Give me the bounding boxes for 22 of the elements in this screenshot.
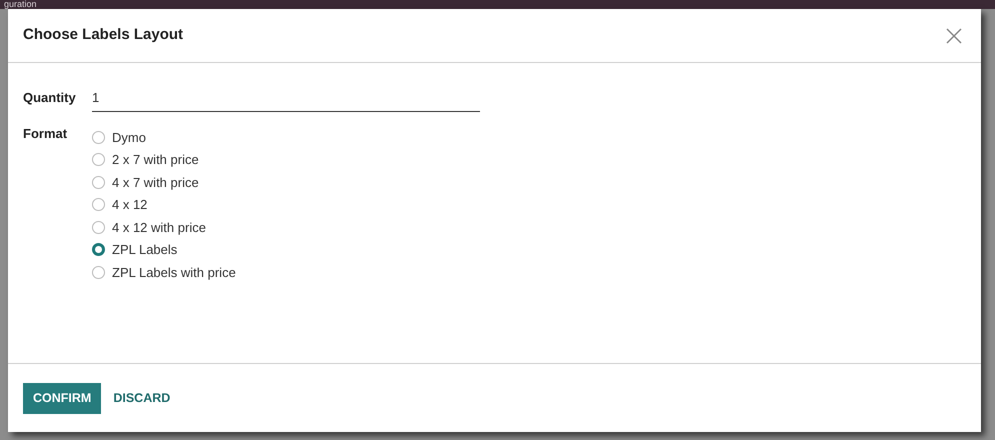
radio-label[interactable]: ZPL Labels bbox=[112, 240, 178, 260]
dialog-title: Choose Labels Layout bbox=[23, 25, 184, 46]
confirm-button[interactable]: CONFIRM bbox=[23, 382, 102, 414]
quantity-label: Quantity bbox=[23, 89, 77, 107]
format-label: Format bbox=[23, 124, 68, 142]
radio-button[interactable] bbox=[92, 153, 105, 166]
radio-button[interactable] bbox=[92, 176, 105, 189]
radio-label[interactable]: 4 x 7 with price bbox=[112, 172, 199, 192]
quantity-field[interactable]: 1 bbox=[92, 88, 480, 112]
radio-button[interactable] bbox=[92, 198, 105, 212]
radio-label[interactable]: Dymo bbox=[112, 128, 146, 147]
discard-button[interactable]: DISCARD bbox=[103, 382, 180, 414]
radio-button[interactable] bbox=[92, 130, 105, 144]
radio-label[interactable]: ZPL Labels with price bbox=[112, 262, 236, 282]
radio-label[interactable]: 4 x 12 with price bbox=[112, 218, 206, 237]
breadcrumb-text: guration bbox=[4, 0, 38, 9]
radio-button[interactable] bbox=[92, 243, 105, 256]
close-icon[interactable] bbox=[946, 28, 962, 44]
radio-label[interactable]: 2 x 7 with price bbox=[112, 150, 199, 170]
radio-button[interactable] bbox=[92, 220, 105, 234]
radio-button[interactable] bbox=[92, 266, 105, 279]
radio-label[interactable]: 4 x 12 bbox=[112, 195, 148, 214]
